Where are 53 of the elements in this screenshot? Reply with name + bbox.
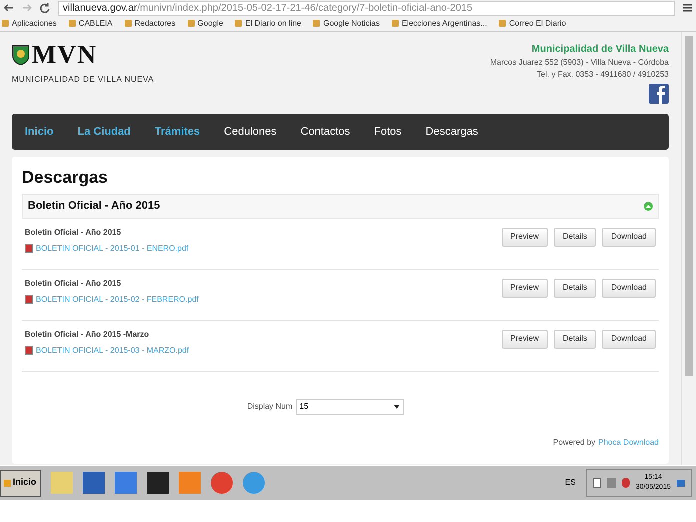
facebook-icon[interactable] [649, 84, 669, 104]
action-button[interactable]: Download [602, 228, 656, 246]
action-button[interactable]: Preview [502, 228, 548, 246]
nav-link[interactable]: Inicio [25, 124, 54, 140]
up-arrow-icon[interactable] [644, 202, 653, 210]
nav-link[interactable]: La Ciudad [78, 124, 131, 140]
back-icon[interactable] [4, 4, 14, 12]
category-title: Boletin Oficial - Año 2015 [28, 198, 160, 214]
phone-text: Tel. y Fax. 0353 - 4911680 / 4910253 [537, 69, 669, 81]
bookmark[interactable]: Google [188, 18, 224, 30]
logo-caption: MUNICIPALIDAD DE VILLA NUEVA [12, 74, 154, 86]
action-button[interactable]: Download [602, 330, 656, 348]
dropdown-caret-icon [394, 404, 400, 408]
page-title: Descargas [22, 167, 110, 189]
scrollbar-thumb[interactable] [685, 36, 693, 376]
language-indicator[interactable]: ES [565, 477, 576, 489]
bookmark[interactable]: Elecciones Argentinas... [392, 18, 488, 30]
nav-link[interactable]: Fotos [374, 124, 402, 140]
file-title: Boletin Oficial - Año 2015 [25, 226, 122, 238]
file-title: Boletin Oficial - Año 2015 -Marzo [25, 328, 150, 340]
forward-icon[interactable] [22, 4, 32, 12]
action-button[interactable]: Preview [502, 330, 548, 348]
reload-icon[interactable] [40, 3, 50, 13]
bookmark[interactable]: Aplicaciones [2, 18, 57, 30]
nav-link[interactable]: Contactos [300, 124, 350, 140]
nav-link[interactable]: Trámites [154, 124, 200, 140]
shield-logo-icon [12, 44, 30, 66]
powered-by-text: Powered by [553, 436, 596, 448]
action-button[interactable]: Details [554, 330, 596, 348]
scrollbar[interactable] [681, 32, 696, 465]
display-num-select[interactable]: 15 [296, 398, 404, 414]
display-num-label: Display Num [247, 400, 293, 412]
bookmark[interactable]: Redactores [124, 18, 176, 30]
start-button[interactable]: Inicio [0, 470, 41, 496]
address-text: Marcos Juarez 552 (5903) - Villa Nueva - Córdoba [490, 57, 669, 69]
action-button[interactable]: Download [602, 278, 656, 298]
organization-name: Municipalidad de Villa Nueva [532, 43, 669, 57]
menu-icon[interactable] [683, 4, 692, 12]
bookmark[interactable]: El Diario on line [235, 18, 302, 30]
nav-link[interactable]: Cedulones [224, 124, 277, 140]
action-button[interactable]: Details [554, 278, 596, 298]
action-button[interactable]: Preview [502, 278, 548, 298]
file-title: Boletin Oficial - Año 2015 [25, 278, 122, 290]
nav-link[interactable]: Descargas [426, 124, 478, 140]
address-field[interactable]: villanueva.gov.ar/munivn/index.php/2015-05-02-17-21-46/category/7-boletin-oficial-ano-2015 [58, 0, 675, 16]
action-button[interactable]: Details [554, 228, 596, 246]
bookmark[interactable]: CABLEIA [68, 18, 113, 30]
pdf-file-icon [25, 244, 33, 253]
bookmark[interactable]: Correo El Diario [499, 18, 566, 30]
bookmark[interactable]: Google Noticias [313, 18, 380, 30]
pdf-file-icon [25, 295, 33, 304]
logo-text: MVN [32, 42, 98, 68]
pdf-file-icon [25, 346, 33, 355]
